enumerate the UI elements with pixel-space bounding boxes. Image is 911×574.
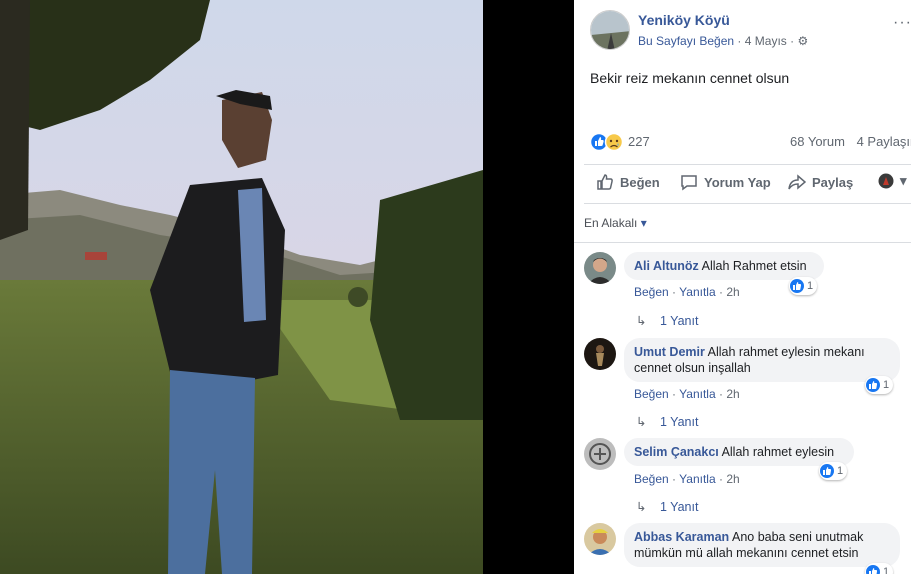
comment-actions: Beğen · Yanıtla · 2h [634, 387, 740, 401]
like-reaction-icon [866, 378, 880, 392]
comment-author[interactable]: Ali Altunöz [634, 259, 699, 273]
view-replies-label: 1 Yanıt [659, 500, 699, 514]
page-avatar[interactable] [590, 10, 630, 50]
post-date[interactable]: 4 Mayıs [745, 34, 787, 48]
reply-arrow-icon: ↳ [636, 314, 647, 328]
post-sidebar: Yeniköy Köyü Bu Sayfayı Beğen · 4 Mayıs … [574, 0, 911, 574]
post-meta: Bu Sayfayı Beğen · 4 Mayıs · ⚙ [638, 34, 808, 48]
divider [574, 242, 911, 243]
like-page-link[interactable]: Bu Sayfayı Beğen [638, 34, 734, 48]
comment-like-link[interactable]: Beğen [634, 472, 669, 486]
comment-time[interactable]: 2h [726, 285, 739, 299]
like-reaction-icon [866, 565, 880, 574]
reaction-icons[interactable] [589, 132, 630, 152]
reply-arrow-icon: ↳ [636, 500, 647, 514]
comment-actions: Beğen · Yanıtla · 2h [634, 285, 740, 299]
comment-reaction-count: 1 [807, 280, 814, 292]
view-replies-label: 1 Yanıt [659, 314, 699, 328]
commenter-avatar[interactable] [584, 338, 616, 370]
share-button-label: Paylaş [812, 174, 854, 190]
page-profile-icon [878, 173, 894, 189]
comment-author[interactable]: Selim Çanakcı [634, 445, 719, 459]
comment-actions: Beğen · Yanıtla · 2h [634, 472, 740, 486]
view-replies-link[interactable]: ↳ 1 Yanıt [636, 313, 698, 328]
comment-time[interactable]: 2h [726, 387, 739, 401]
post-actions-bar: Beğen Yorum Yap Paylaş ▾ [584, 164, 911, 204]
comment-reaction-badge[interactable]: 1 [789, 277, 818, 295]
comment-bubble: Abbas Karaman Ano baba seni unutmak mümk… [624, 523, 900, 567]
commenter-avatar[interactable] [584, 252, 616, 284]
post-header: Yeniköy Köyü Bu Sayfayı Beğen · 4 Mayıs … [590, 10, 911, 54]
view-replies-label: 1 Yanıt [659, 415, 699, 429]
photo-pane [0, 0, 574, 574]
comment-like-link[interactable]: Beğen [634, 285, 669, 299]
meta-separator: · [737, 34, 742, 48]
like-reaction-icon [790, 279, 804, 293]
comment-bubble: Selim Çanakcı Allah rahmet eylesin [624, 438, 854, 466]
share-icon [788, 174, 806, 190]
comment-text: Allah Rahmet etsin [701, 259, 807, 273]
comment-reaction-badge[interactable]: 1 [819, 462, 848, 480]
comment-reply-link[interactable]: Yanıtla [679, 285, 715, 299]
comment-sort-label: En Alakalı [584, 216, 638, 230]
comment-bubble: Umut Demir Allah rahmet eylesin mekanı c… [624, 338, 900, 382]
comment-like-link[interactable]: Beğen [634, 387, 669, 401]
comment-reaction-count: 1 [837, 465, 844, 477]
comment-reaction-badge[interactable]: 1 [865, 376, 894, 394]
comment-sort-dropdown[interactable]: En Alakalı ▾ [584, 216, 647, 230]
share-button[interactable]: Paylaş [788, 173, 853, 191]
comment-reaction-badge[interactable]: 1 [865, 563, 894, 574]
comment-bubble: Ali Altunöz Allah Rahmet etsin [624, 252, 824, 280]
post-photo[interactable] [0, 0, 483, 574]
comment-button[interactable]: Yorum Yap [680, 173, 771, 191]
commenter-avatar[interactable] [584, 438, 616, 470]
more-options-icon[interactable]: ··· [893, 14, 911, 32]
chevron-down-icon: ▾ [900, 173, 907, 188]
comment-time[interactable]: 2h [726, 472, 739, 486]
like-button-label: Beğen [620, 174, 660, 190]
comment-author[interactable]: Umut Demir [634, 345, 705, 359]
gear-icon[interactable]: ⚙ [797, 34, 808, 48]
comment-icon [681, 175, 697, 191]
comment-text: Allah rahmet eylesin [721, 445, 835, 459]
photo-viewer: Yeniköy Köyü Bu Sayfayı Beğen · 4 Mayıs … [0, 0, 911, 574]
thumbs-up-icon [597, 174, 613, 190]
like-reaction-icon [820, 464, 834, 478]
page-name-link[interactable]: Yeniköy Köyü [638, 12, 730, 28]
meta-separator-2: · [790, 34, 795, 48]
view-replies-link[interactable]: ↳ 1 Yanıt [636, 499, 698, 514]
stats-right: 68 Yorum 4 Paylaşım [790, 134, 911, 149]
comment-button-label: Yorum Yap [704, 174, 771, 190]
comment-reaction-count: 1 [883, 379, 890, 391]
like-button[interactable]: Beğen [596, 173, 660, 191]
chevron-down-icon: ▾ [640, 216, 647, 230]
share-count[interactable]: 4 Paylaşım [857, 134, 911, 149]
reply-arrow-icon: ↳ [636, 415, 647, 429]
comment-author[interactable]: Abbas Karaman [634, 530, 729, 544]
reaction-count[interactable]: 227 [628, 134, 650, 149]
comment-count[interactable]: 68 Yorum [790, 134, 845, 149]
comment-reaction-count: 1 [883, 566, 890, 574]
post-text: Bekir reiz mekanın cennet olsun [590, 70, 790, 86]
comment-reply-link[interactable]: Yanıtla [679, 472, 715, 486]
comment-reply-link[interactable]: Yanıtla [679, 387, 715, 401]
view-replies-link[interactable]: ↳ 1 Yanıt [636, 414, 698, 429]
post-stats: 227 68 Yorum 4 Paylaşım [589, 132, 911, 152]
commenter-avatar[interactable] [584, 523, 616, 555]
post-as-selector[interactable]: ▾ [878, 173, 907, 189]
